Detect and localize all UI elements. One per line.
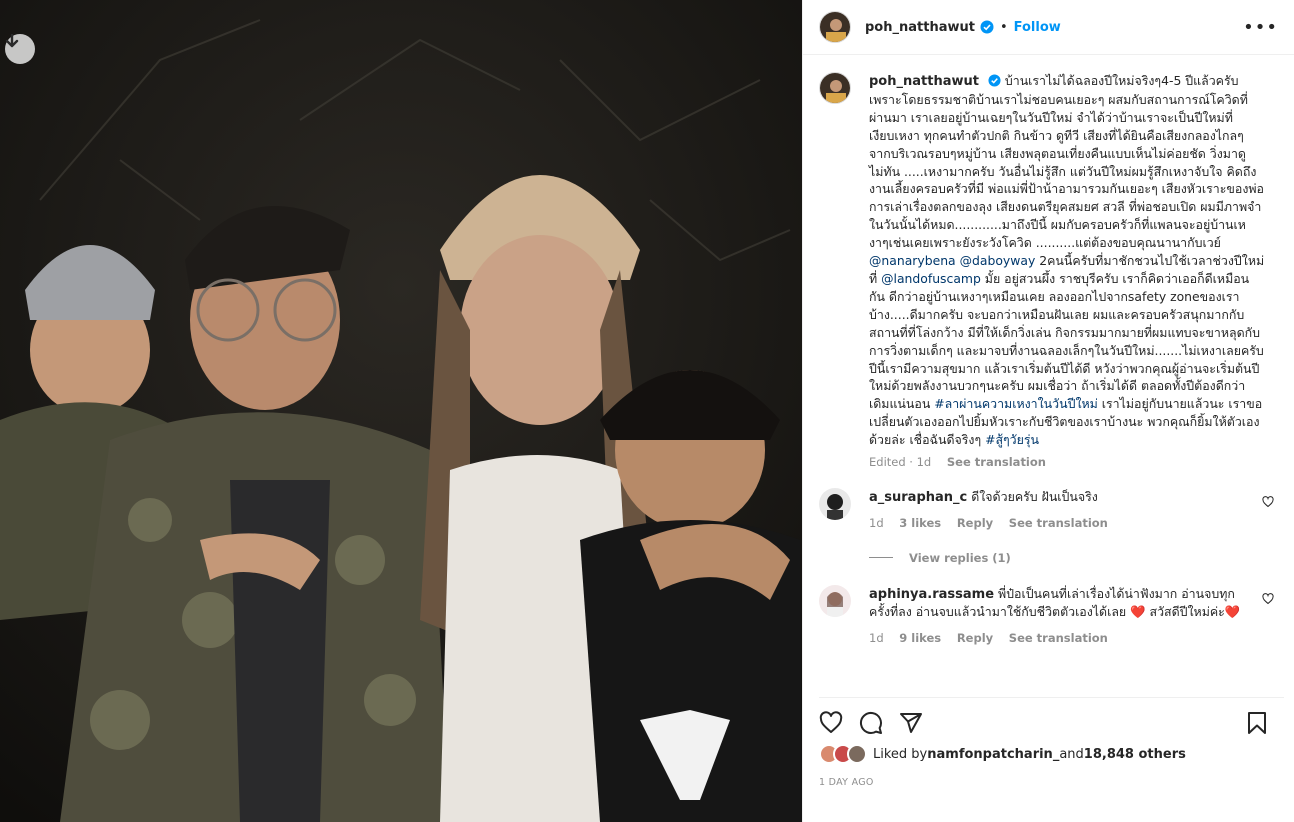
view-replies-button[interactable]: View replies (1) [869, 551, 1278, 565]
reply-button[interactable]: Reply [957, 631, 993, 645]
see-translation-link[interactable]: See translation [1009, 516, 1108, 530]
verified-icon [980, 20, 994, 34]
liker-avatars[interactable] [819, 744, 867, 764]
author-avatar[interactable] [819, 11, 851, 43]
mention-daboyway[interactable]: @daboyway [960, 253, 1036, 268]
comments-scroll[interactable]: poh_natthawut บ้านเราไม่ได้ฉลองปีใหม่จริ… [803, 56, 1294, 686]
view-replies-label: View replies (1) [909, 550, 1011, 565]
caption-text: poh_natthawut บ้านเราไม่ได้ฉลองปีใหม่จริ… [869, 72, 1265, 449]
see-translation-link[interactable]: See translation [947, 455, 1046, 469]
comment-body: aphinya.rassame พี่ป๋อเป็นคนที่เล่าเรื่อ… [869, 585, 1249, 648]
download-button[interactable] [5, 34, 35, 64]
hashtag-1[interactable]: #ลาผ่านความเหงาในวันปีใหม่ [934, 396, 1098, 411]
likes-middle: and [1059, 746, 1084, 762]
comment-text: ดีใจด้วยครับ ฝันเป็นจริง [971, 488, 1098, 504]
verified-icon [988, 74, 1001, 87]
comment-text-2: สวัสดีปีใหม่ค่ะ [1149, 604, 1225, 620]
replies-divider [869, 557, 893, 559]
liker-username[interactable]: namfonpatcharin_ [927, 747, 1059, 762]
comment-meta: 1d 9 likes Reply See translation [869, 630, 1249, 648]
download-icon [5, 34, 19, 48]
post-photo[interactable] [0, 0, 802, 822]
likes-count[interactable]: 18,848 others [1084, 747, 1186, 762]
liker-avatar [847, 744, 867, 764]
caption-text-1: บ้านเราไม่ได้ฉลองปีใหม่จริงๆ4-5 ปีแล้วคร… [869, 73, 1264, 251]
comment-username[interactable]: a_suraphan_c [869, 490, 967, 505]
heart-emoji: ❤️ [1224, 604, 1241, 620]
comment-icon[interactable] [859, 711, 883, 735]
commenter-avatar[interactable] [819, 487, 851, 520]
photo-illustration [0, 0, 802, 822]
caption-username[interactable]: poh_natthawut [869, 74, 979, 89]
share-icon[interactable] [899, 711, 923, 735]
comment-username[interactable]: aphinya.rassame [869, 587, 994, 602]
caption: poh_natthawut บ้านเราไม่ได้ฉลองปีใหม่จริ… [819, 72, 1278, 472]
comment-item: aphinya.rassame พี่ป๋อเป็นคนที่เล่าเรื่อ… [819, 584, 1278, 648]
caption-meta: Edited · 1d See translation [869, 454, 1265, 472]
likes-summary: Liked by namfonpatcharin_ and 18,848 oth… [819, 744, 1186, 764]
heart-emoji: ❤️ [1130, 604, 1146, 620]
separator-dot: • [999, 19, 1008, 35]
hashtag-2[interactable]: #สู้ๆวัยรุ่น [985, 432, 1039, 447]
comment-time: 1d [869, 516, 884, 531]
post-time-ago[interactable]: 1 DAY AGO [819, 777, 874, 788]
comment-time: 1d [869, 630, 884, 645]
post-header: poh_natthawut • Follow ••• [803, 0, 1294, 55]
comment-likes[interactable]: 9 likes [899, 631, 941, 645]
likes-prefix: Liked by [873, 746, 928, 762]
follow-button[interactable]: Follow [1014, 20, 1061, 35]
action-bar [819, 697, 1284, 737]
caption-avatar[interactable] [819, 72, 851, 104]
reply-button[interactable]: Reply [957, 516, 993, 530]
author-username[interactable]: poh_natthawut [865, 20, 975, 35]
caption-body: poh_natthawut บ้านเราไม่ได้ฉลองปีใหม่จริ… [869, 72, 1265, 472]
caption-text-3: มั้ย อยู่สวนผึ้ง ราชบุรีครับ เราก็คิดว่า… [869, 270, 1264, 412]
heart-icon[interactable] [819, 710, 843, 735]
commenter-avatar[interactable] [819, 584, 851, 617]
post-panel: poh_natthawut • Follow ••• poh_natthawut… [802, 0, 1294, 822]
mention-landofuscamp[interactable]: @landofuscamp [881, 271, 981, 286]
see-translation-link[interactable]: See translation [1009, 631, 1108, 645]
comment-body: a_suraphan_c ดีใจด้วยครับ ฝันเป็นจริง 1d… [869, 488, 1249, 533]
comment-item: a_suraphan_c ดีใจด้วยครับ ฝันเป็นจริง 1d… [819, 487, 1278, 533]
edited-time: Edited · 1d [869, 455, 932, 470]
comment-likes[interactable]: 3 likes [899, 516, 941, 530]
comment-like-icon[interactable] [1262, 496, 1274, 508]
comment-like-icon[interactable] [1262, 593, 1274, 605]
comment-meta: 1d 3 likes Reply See translation [869, 515, 1249, 533]
more-icon[interactable]: ••• [1243, 17, 1278, 38]
mention-nanarybena[interactable]: @nanarybena [869, 253, 956, 268]
save-icon[interactable] [1246, 711, 1268, 735]
